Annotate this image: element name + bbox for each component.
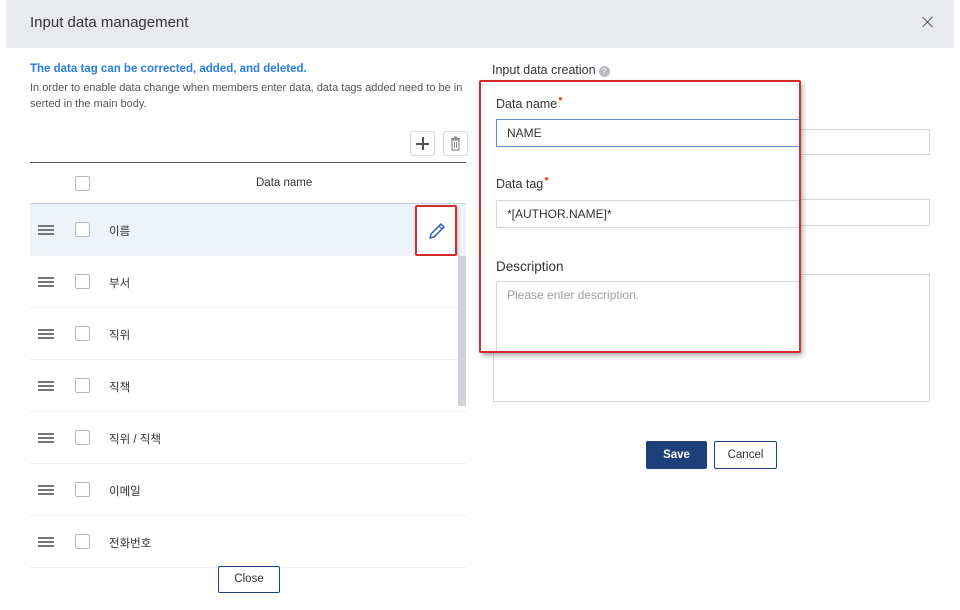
select-all-checkbox[interactable] [75, 176, 90, 191]
add-icon[interactable] [410, 131, 435, 156]
table-row[interactable]: 직위 / 직책 [30, 412, 466, 464]
row-checkbox[interactable] [75, 274, 90, 289]
table-row[interactable]: 전화번호 [30, 516, 466, 568]
info-text: In order to enable data change when memb… [30, 82, 463, 110]
row-checkbox[interactable] [75, 222, 90, 237]
scrollbar[interactable] [458, 256, 466, 406]
row-label: 이메일 [109, 486, 141, 498]
drag-handle-icon[interactable] [38, 225, 54, 235]
help-icon[interactable]: ? [598, 66, 610, 77]
table-row[interactable]: 직책 [30, 360, 466, 412]
row-label: 직위 [109, 330, 131, 342]
form-highlight-panel: Data name• NAME Data tag• *[AUTHOR.NAME]… [479, 80, 801, 353]
drag-handle-icon[interactable] [38, 381, 54, 391]
drag-handle-icon[interactable] [38, 537, 54, 547]
form-section-title-text: Input data creation [492, 63, 596, 77]
row-label: 직위 / 직책 [109, 434, 161, 446]
close-button[interactable]: Close [218, 566, 280, 593]
trash-icon[interactable] [443, 131, 468, 156]
data-tag-label-text: Data tag [496, 177, 544, 191]
modal-header: Input data management [6, 0, 954, 48]
cancel-button[interactable]: Cancel [714, 441, 777, 469]
data-table: Data name 이름 부서 직위 직책 직위 / 직책 이메일 전화번호 [30, 162, 466, 568]
description-textarea[interactable] [496, 281, 799, 351]
drag-handle-icon[interactable] [38, 485, 54, 495]
edit-button[interactable] [415, 205, 457, 256]
table-row[interactable]: 이름 [30, 204, 466, 256]
row-label: 이름 [109, 226, 131, 238]
required-mark: • [558, 91, 563, 106]
row-checkbox[interactable] [75, 482, 90, 497]
save-button[interactable]: Save [646, 441, 707, 469]
row-checkbox[interactable] [75, 326, 90, 341]
row-label: 전화번호 [109, 538, 152, 550]
table-row[interactable]: 이메일 [30, 464, 466, 516]
data-tag-label: Data tag• [496, 171, 549, 191]
info-title: The data tag can be corrected, added, an… [30, 63, 307, 75]
data-name-label-text: Data name [496, 97, 558, 111]
drag-handle-icon[interactable] [38, 329, 54, 339]
pencil-icon [429, 223, 445, 239]
table-row[interactable]: 부서 [30, 256, 466, 308]
form-section-title: Input data creation? [492, 63, 610, 77]
data-name-label: Data name• [496, 91, 563, 111]
drag-handle-icon[interactable] [38, 277, 54, 287]
row-checkbox[interactable] [75, 534, 90, 549]
data-tag-input[interactable]: *[AUTHOR.NAME]* [496, 200, 799, 228]
row-checkbox[interactable] [75, 430, 90, 445]
drag-handle-icon[interactable] [38, 433, 54, 443]
input-data-modal: Input data management The data tag can b… [0, 0, 960, 610]
table-row[interactable]: 직위 [30, 308, 466, 360]
modal-title: Input data management [30, 14, 189, 31]
row-checkbox[interactable] [75, 378, 90, 393]
row-label: 부서 [109, 278, 131, 290]
required-mark: • [544, 171, 549, 186]
description-label: Description [496, 259, 564, 274]
trash-icon-glyph [451, 136, 460, 151]
data-name-input[interactable]: NAME [496, 119, 799, 147]
column-header-data-name: Data name [256, 177, 313, 189]
table-header: Data name [30, 162, 466, 204]
close-icon[interactable] [918, 12, 938, 32]
row-label: 직책 [109, 382, 131, 394]
